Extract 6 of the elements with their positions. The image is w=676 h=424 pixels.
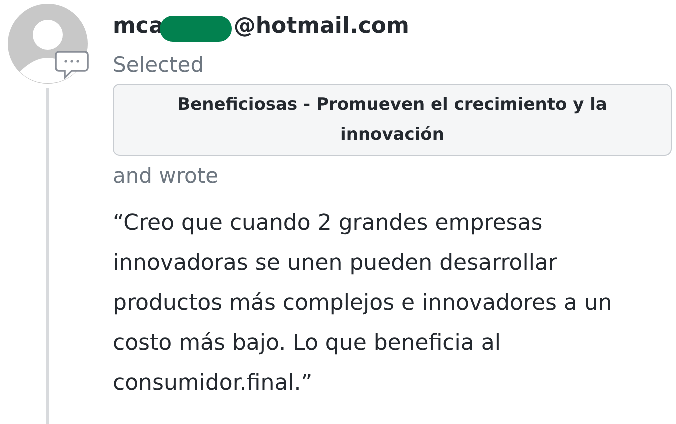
author-email: mca (113, 14, 164, 38)
comment-text: “Creo que cuando 2 grandes empresas innovadoras se unen pueden desarrollar productos más complejos e innovadores a un costo más bajo. Lo que beneficia al consumidor.final.” (113, 210, 614, 398)
wrote-label: and wrote (113, 164, 220, 188)
selected-label: Selected (113, 53, 206, 77)
selected-choice: Beneficiosas - Promueven el crecimiento y la innovación (113, 84, 672, 156)
author-email: @hotmail.com (234, 14, 410, 38)
